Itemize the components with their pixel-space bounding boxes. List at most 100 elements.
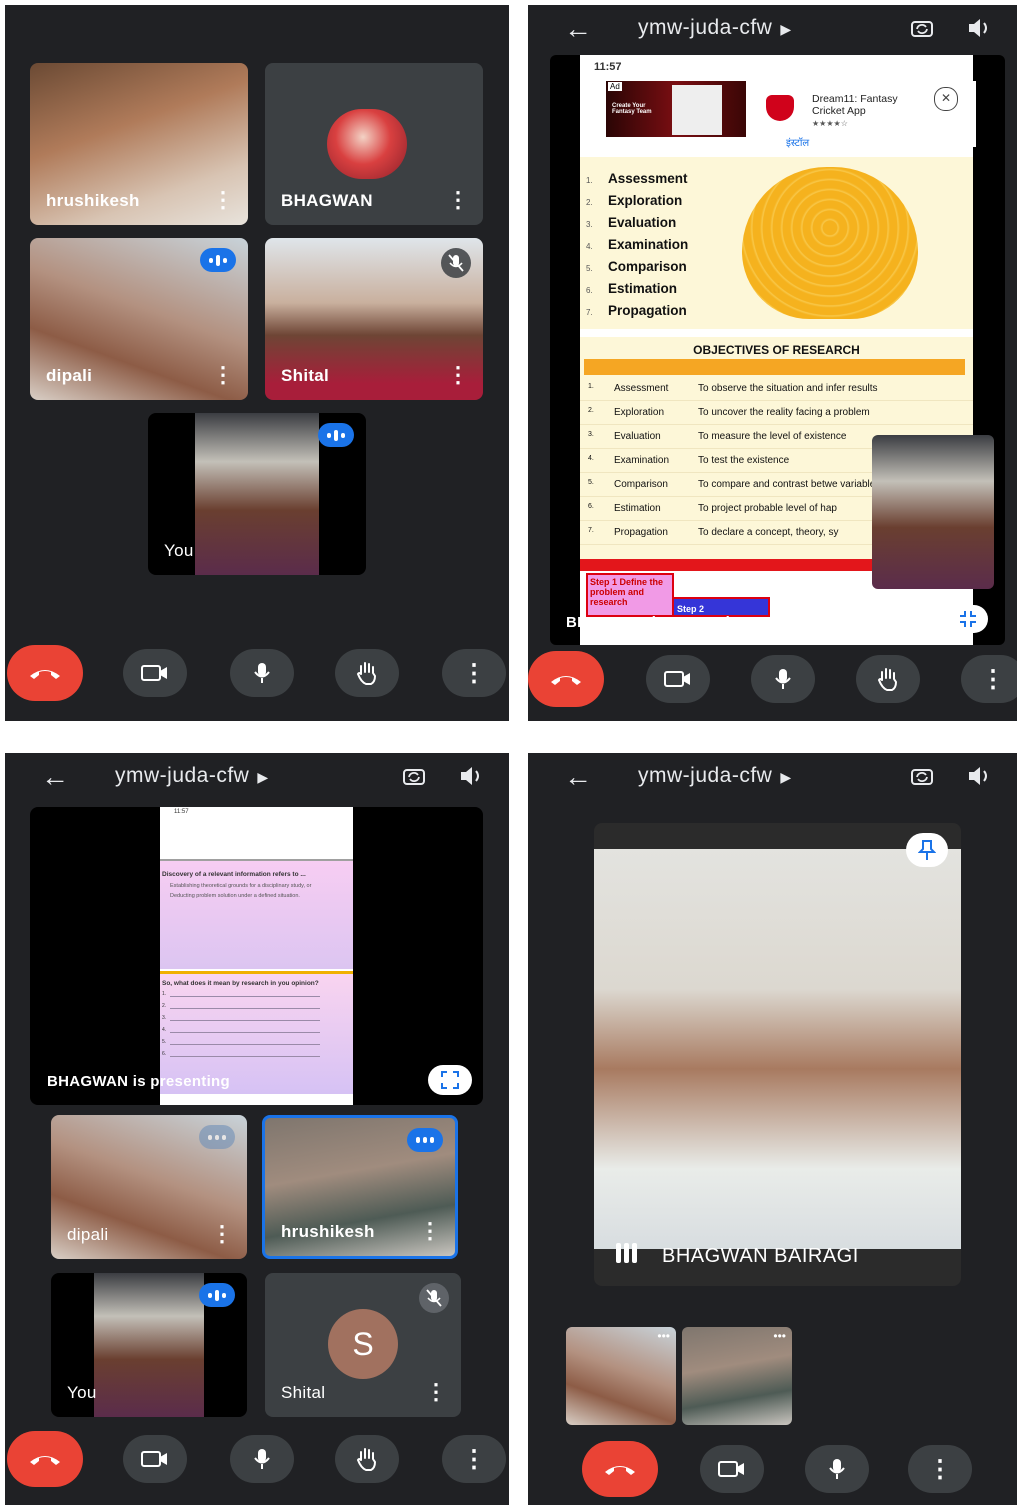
participant-tile-shital[interactable]: Shital ⋮ bbox=[265, 238, 483, 400]
participant-tile-you[interactable]: You bbox=[51, 1273, 247, 1417]
participant-tile-dipali[interactable]: dipali ⋮ bbox=[51, 1115, 247, 1259]
raise-hand-button[interactable] bbox=[335, 1435, 399, 1483]
end-call-button[interactable] bbox=[582, 1441, 658, 1497]
slide-bullet: Deducting problem solution under a defin… bbox=[170, 893, 300, 899]
meeting-title[interactable]: ymw-juda-cfw ▶ bbox=[638, 16, 792, 40]
participant-tile-dipali[interactable]: dipali ⋮ bbox=[30, 238, 248, 400]
microphone-button[interactable] bbox=[805, 1445, 869, 1493]
table-row: 1. Assessment To observe the situation and… bbox=[580, 377, 973, 401]
speaker-icon[interactable] bbox=[965, 763, 993, 789]
camera-button[interactable] bbox=[123, 1435, 187, 1483]
speaking-indicator-icon bbox=[199, 1125, 235, 1149]
call-controls: ⋮ bbox=[528, 641, 1017, 721]
more-options-icon[interactable]: ⋮ bbox=[212, 364, 234, 386]
participant-name: Shital bbox=[281, 366, 330, 385]
switch-camera-icon[interactable] bbox=[909, 15, 935, 41]
back-arrow-icon[interactable]: ← bbox=[41, 761, 69, 793]
caret-right-icon: ▶ bbox=[780, 21, 792, 37]
ad-image: Ad Create Your Fantasy Team bbox=[606, 81, 746, 137]
meeting-title[interactable]: ymw-juda-cfw ▶ bbox=[638, 764, 792, 788]
more-options-button[interactable]: ⋮ bbox=[961, 655, 1017, 703]
panel-grid-view: hrushikesh ⋮ BHAGWAN ⋮ dipali ⋮ Shital ⋮… bbox=[5, 5, 509, 721]
more-options-icon[interactable]: ⋮ bbox=[447, 364, 469, 386]
ad-install-link[interactable]: इंस्टॉल bbox=[786, 135, 809, 149]
participant-tile-bhagwan[interactable]: BHAGWAN ⋮ bbox=[265, 63, 483, 225]
back-arrow-icon[interactable]: ← bbox=[564, 13, 592, 45]
ad-rating: ★★★★☆ bbox=[812, 119, 848, 128]
table-row: 2. Exploration To uncover the reality faci… bbox=[580, 401, 973, 425]
camera-button[interactable] bbox=[123, 649, 187, 697]
raise-hand-button[interactable] bbox=[856, 655, 920, 703]
main-speaker-tile[interactable]: BHAGWAN BAIRAGI bbox=[594, 823, 961, 1286]
switch-camera-icon[interactable] bbox=[909, 763, 935, 789]
fullscreen-button[interactable] bbox=[428, 1065, 472, 1095]
raise-hand-button[interactable] bbox=[335, 649, 399, 697]
more-options-icon[interactable]: ⋮ bbox=[447, 189, 469, 211]
call-controls: ⋮ bbox=[5, 1425, 509, 1505]
pin-button[interactable] bbox=[906, 833, 948, 867]
minimize-screen-button[interactable] bbox=[948, 605, 988, 633]
more-options-button[interactable]: ⋮ bbox=[442, 1435, 506, 1483]
camera-button[interactable] bbox=[646, 655, 710, 703]
speaking-indicator-icon bbox=[199, 1283, 235, 1307]
more-options-button[interactable]: ⋮ bbox=[442, 649, 506, 697]
objectives-title: OBJECTIVES OF RESEARCH bbox=[693, 343, 860, 357]
ad-app-name: Dream11: Fantasy Cricket App bbox=[812, 93, 898, 117]
microphone-button[interactable] bbox=[751, 655, 815, 703]
mic-muted-icon bbox=[441, 248, 471, 278]
back-arrow-icon[interactable]: ← bbox=[564, 761, 592, 793]
switch-camera-icon[interactable] bbox=[401, 763, 427, 789]
slide-bullet: Establishing theoretical grounds for a d… bbox=[170, 883, 312, 889]
call-controls: ⋮ bbox=[528, 1425, 1017, 1505]
thumbnail-dipali[interactable]: ••• bbox=[566, 1327, 676, 1425]
participant-name: You bbox=[164, 541, 194, 560]
more-options-icon[interactable]: ⋮ bbox=[212, 189, 234, 211]
microphone-button[interactable] bbox=[230, 649, 294, 697]
dream11-logo-icon bbox=[766, 95, 794, 121]
ad-headline: Create Your Fantasy Team bbox=[612, 103, 652, 115]
end-call-button[interactable] bbox=[528, 651, 604, 707]
participant-name: BHAGWAN bbox=[281, 191, 373, 210]
audio-level-icon bbox=[616, 1243, 637, 1263]
more-options-icon[interactable]: ⋮ bbox=[211, 1223, 233, 1245]
avatar bbox=[327, 109, 407, 179]
ad-tag: Ad bbox=[608, 82, 622, 91]
more-icon: ⋮ bbox=[462, 1445, 486, 1473]
speaker-icon[interactable] bbox=[965, 15, 993, 41]
participant-tile-hrushikesh[interactable]: hrushikesh ⋮ bbox=[262, 1115, 458, 1259]
camera-button[interactable] bbox=[700, 1445, 764, 1493]
list-item: 7. Propagation bbox=[586, 303, 687, 318]
more-options-icon[interactable]: ••• bbox=[657, 1329, 670, 1343]
slide-heading: Discovery of a relevant information refe… bbox=[162, 871, 306, 878]
more-options-icon[interactable]: ⋮ bbox=[425, 1381, 447, 1403]
microphone-button[interactable] bbox=[230, 1435, 294, 1483]
more-options-icon[interactable]: ⋮ bbox=[419, 1220, 441, 1242]
more-options-icon[interactable]: ••• bbox=[773, 1329, 786, 1343]
participant-tile-hrushikesh[interactable]: hrushikesh ⋮ bbox=[30, 63, 248, 225]
call-controls: ⋮ bbox=[5, 621, 509, 721]
end-call-button[interactable] bbox=[7, 1431, 83, 1487]
panel-presentation-with-grid: ← ymw-juda-cfw ▶ 11:57 Discovery of a rel… bbox=[5, 753, 509, 1505]
participant-tile-you[interactable]: You bbox=[148, 413, 366, 575]
slide-discovery: Discovery of a relevant information refe… bbox=[160, 859, 353, 969]
panel-presentation-view: ← ymw-juda-cfw ▶ 11:57 Ad Create Your Fan… bbox=[528, 5, 1017, 721]
ad-close-icon[interactable]: ✕ bbox=[934, 87, 958, 111]
ad-banner[interactable]: Ad Create Your Fantasy Team Dream11: Fan… bbox=[606, 81, 976, 149]
fullscreen-icon bbox=[441, 1071, 459, 1089]
status-bar: 11:57 bbox=[594, 61, 622, 73]
avatar: S bbox=[328, 1309, 398, 1379]
participant-tile-shital[interactable]: S Shital ⋮ bbox=[265, 1273, 461, 1417]
participant-name: You bbox=[67, 1383, 97, 1402]
panel-spotlight-view: ← ymw-juda-cfw▶ BHAGWAN BAIRAGI ••• ••• bbox=[528, 753, 1017, 1505]
shared-screen: 11:57 Discovery of a relevant informatio… bbox=[30, 807, 483, 1105]
top-app-bar: ← ymw-juda-cfw ▶ bbox=[528, 5, 1017, 51]
end-call-button[interactable] bbox=[7, 645, 83, 701]
presenting-caption: BHAGWAN is presenting bbox=[47, 1073, 230, 1090]
concentric-circles-graphic bbox=[742, 167, 918, 319]
speaker-icon[interactable] bbox=[457, 763, 485, 789]
more-options-button[interactable]: ⋮ bbox=[908, 1445, 972, 1493]
thumbnail-hrushikesh[interactable]: ••• bbox=[682, 1327, 792, 1425]
meeting-title[interactable]: ymw-juda-cfw ▶ bbox=[115, 764, 269, 788]
self-view-thumbnail[interactable] bbox=[872, 435, 994, 589]
mic-muted-icon bbox=[419, 1283, 449, 1313]
